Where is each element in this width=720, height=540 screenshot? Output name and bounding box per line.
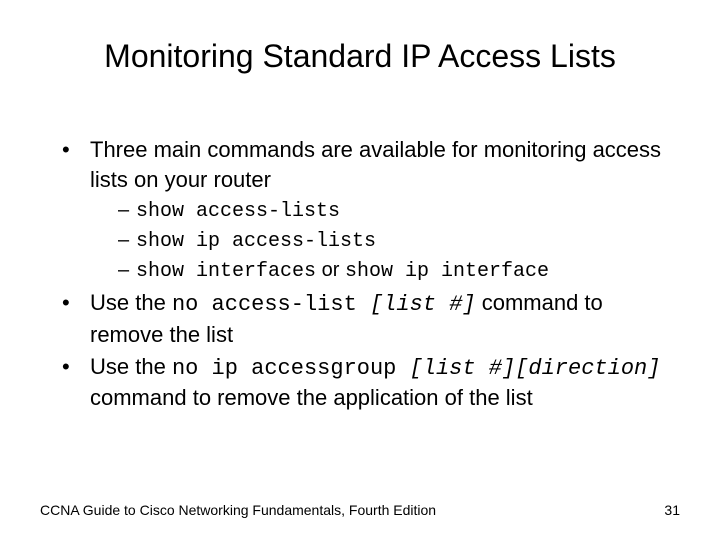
command-text: no access-list: [172, 292, 370, 317]
slide-title: Monitoring Standard IP Access Lists: [40, 38, 680, 75]
command-text: show ip interface: [345, 260, 549, 283]
sub-item: show access-lists: [118, 196, 680, 226]
bullet-item: Use the no access-list [list #] command …: [62, 288, 680, 349]
command-text: show interfaces: [136, 260, 316, 283]
sub-item: show interfaces or show ip interface: [118, 256, 680, 286]
command-arg: [list #][direction]: [410, 356, 661, 381]
bullet-text: command to remove the application of the…: [90, 385, 533, 410]
or-text: or: [316, 259, 345, 281]
page-number: 31: [664, 502, 680, 518]
bullet-text: Use the: [90, 290, 172, 315]
bullet-text: Three main commands are available for mo…: [90, 137, 661, 192]
sub-list: show access-lists show ip access-lists s…: [90, 196, 680, 286]
bullet-text: Use the: [90, 354, 172, 379]
slide: Monitoring Standard IP Access Lists Thre…: [0, 0, 720, 540]
bullet-item: Three main commands are available for mo…: [62, 135, 680, 286]
footer: CCNA Guide to Cisco Networking Fundament…: [40, 502, 680, 518]
command-text: show ip access-lists: [136, 230, 376, 253]
sub-item: show ip access-lists: [118, 226, 680, 256]
footer-source: CCNA Guide to Cisco Networking Fundament…: [40, 502, 436, 518]
command-text: no ip accessgroup: [172, 356, 410, 381]
command-arg: [list #]: [370, 292, 476, 317]
bullet-item: Use the no ip accessgroup [list #][direc…: [62, 352, 680, 413]
command-text: show access-lists: [136, 200, 340, 223]
bullet-list: Three main commands are available for mo…: [40, 135, 680, 413]
